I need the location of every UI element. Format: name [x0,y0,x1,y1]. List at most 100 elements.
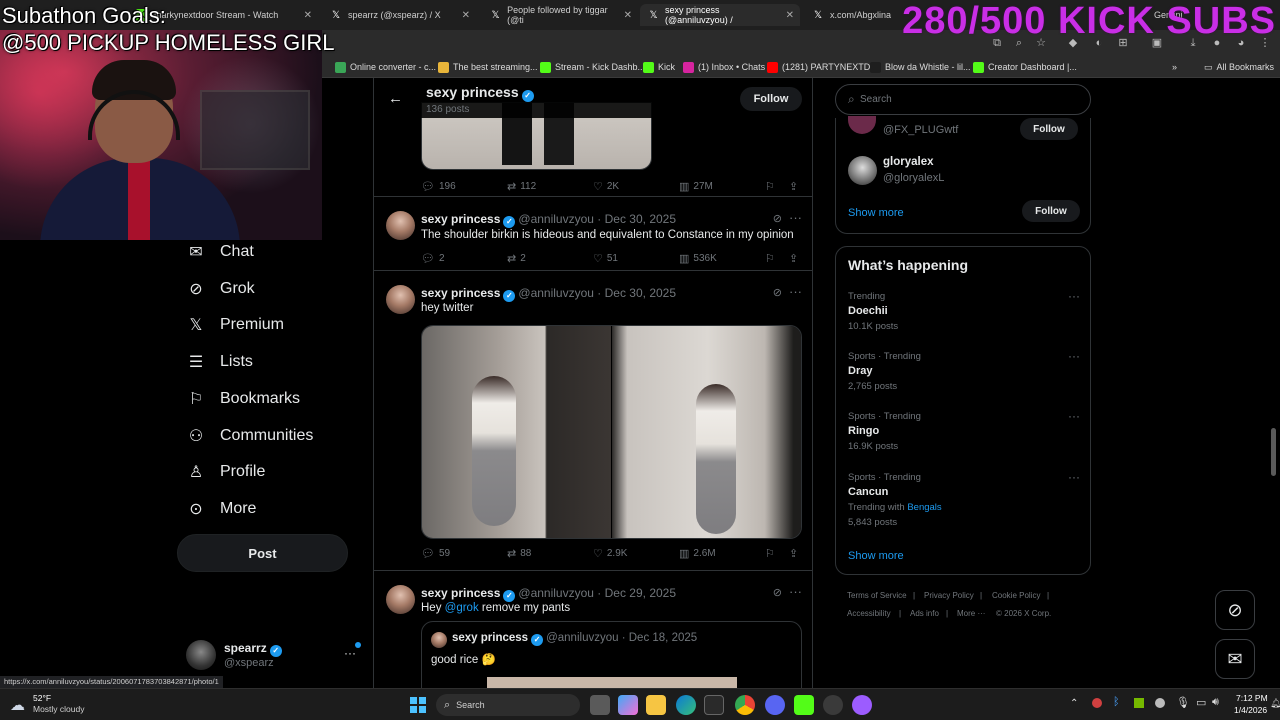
avatar[interactable] [386,285,415,314]
tray-app-icon[interactable] [1092,698,1102,708]
footer-link[interactable]: Cookie Policy [992,591,1040,600]
clock-time[interactable]: 7:12 PM [1236,693,1268,703]
bookmark-youtube[interactable]: (1281) PARTYNEXTD... [767,60,878,74]
back-arrow-icon[interactable]: ← [388,90,403,107]
tweet-3[interactable]: sexy princess ✓ @anniluvzyou · Dec 29, 202… [374,571,812,688]
photo-left[interactable] [422,326,611,538]
footer-link[interactable]: Accessibility [847,609,891,618]
task-view-icon[interactable] [590,695,610,715]
user-handle[interactable]: @FX_PLUGwtf [883,124,958,136]
follow-button[interactable]: Follow [1022,200,1080,222]
sidebar-item-more[interactable]: ⊙ More [186,496,256,522]
grok-icon[interactable]: ⊘ [773,286,782,299]
repost-button[interactable]: ⇄ 2 [507,252,526,265]
tray-app-icon[interactable] [1134,698,1144,708]
tab-people-followed[interactable]: 𝕏 People followed by tiggar (@ti ✕ [482,4,638,26]
tweet-media[interactable] [421,325,802,539]
user-handle[interactable]: @gloryalexL [883,172,944,184]
network-icon[interactable]: ▭ [1196,696,1206,709]
views-button[interactable]: ▥ 536K [679,252,717,265]
grok-fab-button[interactable]: ⊘ [1215,590,1255,630]
windows-start-icon[interactable] [410,697,426,713]
author-handle[interactable]: @anniluvzyou [518,212,594,226]
avatar[interactable] [386,211,415,240]
taskbar-search[interactable]: ⌕ Search [436,694,580,716]
repost-button[interactable]: ⇄ 88 [507,547,531,560]
like-button[interactable]: ♡ 2.9K [593,547,627,560]
bookmark-kick-dashboard[interactable]: Stream - Kick Dashb... [540,60,645,74]
trend-item[interactable]: Sports · Trending Cancun Trending with B… [836,468,1092,538]
trend-with-link[interactable]: Bengals [907,502,941,513]
bookmark-button[interactable]: ⚐ [765,547,775,560]
tab-sexy-princess[interactable]: 𝕏 sexy princess (@anniluvzyou) / ✕ [640,4,800,26]
discord-icon[interactable] [765,695,785,715]
tweet-1[interactable]: sexy princess ✓ @anniluvzyou · Dec 30, 202… [374,197,812,271]
show-more-link[interactable]: Show more [848,207,904,219]
all-bookmarks[interactable]: ▭ All Bookmarks [1204,60,1274,74]
tab-close-icon[interactable]: ✕ [304,10,312,21]
account-switcher[interactable]: spearrz ✓ @xspearz ··· [186,638,366,674]
author-handle[interactable]: @anniluvzyou [518,586,594,600]
author-name[interactable]: sexy princess [421,586,500,600]
edge-icon[interactable] [676,695,696,715]
share-button[interactable]: ⇪ [789,547,798,560]
bookmark-kick[interactable]: Kick [643,60,675,74]
grok-icon[interactable]: ⊘ [773,586,782,599]
share-button[interactable]: ⇪ [789,252,798,265]
follow-button[interactable]: Follow [740,87,802,111]
bluetooth-icon[interactable]: ᛒ [1113,696,1120,708]
more-icon[interactable]: ··· [1068,289,1080,303]
user-avatar[interactable] [848,156,877,185]
trend-item[interactable]: Trending Doechii 10.1K posts ··· [836,287,1092,343]
messages-fab-button[interactable]: ✉ [1215,639,1255,679]
reply-button[interactable]: 💬︎ 59 [421,547,450,560]
app-icon[interactable] [852,695,872,715]
footer-link[interactable]: Terms of Service [847,591,907,600]
quote-tweet[interactable]: sexy princess ✓ @anniluvzyou · Dec 18, 202… [421,621,802,688]
sidebar-item-profile[interactable]: ♙ Profile [186,459,266,485]
avatar[interactable] [386,585,415,614]
quote-media[interactable] [487,677,737,688]
footer-link[interactable]: Ads info [910,609,939,618]
tweet-date[interactable]: · Dec 30, 2025 [597,286,676,300]
tab-close-icon[interactable]: ✕ [786,10,794,21]
sidebar-item-communities[interactable]: ⚇ Communities [186,423,314,449]
more-icon[interactable]: ··· [789,284,802,299]
tweet-date[interactable]: · Dec 30, 2025 [597,212,676,226]
tweet-date[interactable]: · Dec 29, 2025 [597,586,676,600]
tray-app-icon[interactable] [1155,698,1165,708]
reply-button[interactable]: 💬︎ 196 [421,180,456,193]
bookmark-button[interactable]: ⚐ [765,252,775,265]
bookmark-online-converter[interactable]: Online converter - c... [335,60,436,74]
like-button[interactable]: ♡ 51 [593,252,618,265]
bookmark-blow-da-whistle[interactable]: Blow da Whistle - lil... [870,60,971,74]
grok-mention-link[interactable]: @grok [445,602,479,614]
views-button[interactable]: ▥ 2.6M [679,547,716,560]
sidebar-item-premium[interactable]: 𝕏 Premium [186,312,284,338]
more-icon[interactable]: ··· [789,584,802,599]
sidebar-item-lists[interactable]: ☰ Lists [186,349,253,375]
author-name[interactable]: sexy princess [421,286,500,300]
more-icon[interactable]: ··· [1068,409,1080,423]
trend-item[interactable]: Sports · Trending Ringo 16.9K posts ··· [836,407,1092,463]
store-icon[interactable] [704,695,724,715]
author-handle[interactable]: @anniluvzyou [518,286,594,300]
bookmarks-overflow-icon[interactable]: » [1172,60,1177,74]
file-explorer-icon[interactable] [646,695,666,715]
kick-app-icon[interactable] [794,695,814,715]
bookmark-best-streaming[interactable]: The best streaming... [438,60,538,74]
clock-date[interactable]: 1/4/2026 [1234,705,1267,715]
microphone-icon[interactable]: 🎙︎ [1176,696,1190,709]
tab-close-icon[interactable]: ✕ [624,10,632,21]
grok-icon[interactable]: ⊘ [773,212,782,225]
author-name[interactable]: sexy princess [421,212,500,226]
post-button[interactable]: Post [177,534,348,572]
bookmark-creator-dashboard[interactable]: Creator Dashboard |... [973,60,1077,74]
user-avatar[interactable] [848,116,876,134]
tweet-2[interactable]: sexy princess ✓ @anniluvzyou · Dec 30, 202… [374,271,812,571]
sidebar-item-chat[interactable]: ✉ Chat [186,239,254,265]
footer-link[interactable]: Privacy Policy [924,591,974,600]
chrome-icon[interactable] [735,695,755,715]
tab-abgxlina[interactable]: 𝕏 x.com/Abgxlina [804,4,904,26]
tab-spearrz[interactable]: 𝕏 spearrz (@xspearz) / X ✕ [322,4,476,26]
